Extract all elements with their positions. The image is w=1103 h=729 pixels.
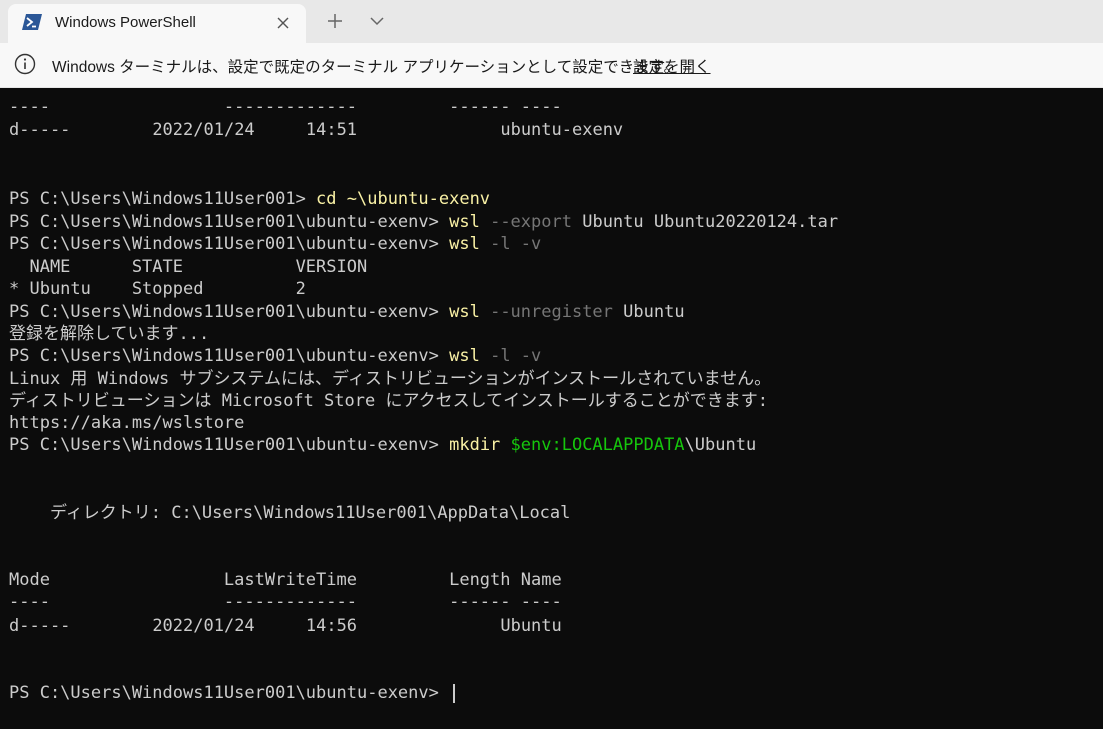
tab-windows-powershell[interactable]: Windows PowerShell: [8, 4, 306, 43]
command-line: PS C:\Users\Windows11User001\ubuntu-exen…: [9, 434, 756, 456]
row-mode: d-----: [9, 616, 71, 636]
command-line: PS C:\Users\Windows11User001\ubuntu-exen…: [9, 682, 456, 704]
dir-row: d----- 2022/01/24 14:51 ubuntu-exenv: [9, 119, 623, 141]
output-line: Linux 用 Windows サブシステムには、ディストリビューションがインス…: [9, 369, 772, 389]
wsl-list-row: * Ubuntu Stopped 2: [9, 279, 306, 299]
row-name: ubuntu-exenv: [500, 120, 624, 140]
output-line: ディストリビューションは Microsoft Store にアクセスしてインスト…: [9, 391, 768, 411]
table-dashes: ---- ------------- ------ ----: [9, 592, 562, 612]
prompt: PS C:\Users\Windows11User001\ubuntu-exen…: [9, 302, 450, 322]
command-flag: --export: [490, 212, 572, 232]
command-line: PS C:\Users\Windows11User001\ubuntu-exen…: [9, 211, 838, 233]
command-name: wsl: [449, 212, 480, 232]
command-flag: -l -v: [490, 234, 542, 254]
tab-title: Windows PowerShell: [55, 14, 196, 31]
open-settings-link[interactable]: 設定を開く: [633, 55, 711, 77]
terminal-window: Windows PowerShell Windows ターミナルは、設定で既定の…: [0, 0, 1103, 729]
prompt: PS C:\Users\Windows11User001>: [9, 189, 317, 209]
command-name: wsl: [449, 302, 480, 322]
output-line: 登録を解除しています...: [9, 324, 210, 344]
command-args: \Ubuntu: [684, 435, 757, 455]
command-line: PS C:\Users\Windows11User001\ubuntu-exen…: [9, 301, 685, 323]
terminal-output[interactable]: ---- ------------- ------ ---- d----- 20…: [0, 88, 1103, 729]
row-time: 14:51: [305, 120, 358, 140]
row-time: 14:56: [305, 616, 358, 636]
info-icon: [14, 53, 36, 75]
command-text: cd ~\ubuntu-exenv: [316, 189, 491, 209]
command-line: PS C:\Users\Windows11User001\ubuntu-exen…: [9, 345, 541, 367]
dir-row: d----- 2022/01/24 14:56 Ubuntu: [9, 615, 562, 637]
header-dashes: ---- ------------- ------ ----: [9, 97, 562, 117]
store-url: https://aka.ms/wslstore: [9, 413, 245, 433]
powershell-icon: [22, 14, 42, 30]
prompt: PS C:\Users\Windows11User001\ubuntu-exen…: [9, 212, 450, 232]
command-line: PS C:\Users\Windows11User001> cd ~\ubunt…: [9, 188, 490, 210]
command-args: Ubuntu: [623, 302, 685, 322]
command-line: PS C:\Users\Windows11User001\ubuntu-exen…: [9, 233, 541, 255]
new-tab-plus-icon[interactable]: [324, 10, 346, 32]
prompt: PS C:\Users\Windows11User001\ubuntu-exen…: [9, 435, 450, 455]
command-flag: -l -v: [490, 346, 542, 366]
table-header: Mode LastWriteTime Length Name: [9, 570, 562, 590]
prompt: PS C:\Users\Windows11User001\ubuntu-exen…: [9, 234, 450, 254]
info-bar: Windows ターミナルは、設定で既定のターミナル アプリケーションとして設定…: [0, 43, 1103, 88]
command-args: Ubuntu Ubuntu20220124.tar: [582, 212, 839, 232]
prompt: PS C:\Users\Windows11User001\ubuntu-exen…: [9, 346, 450, 366]
row-date: 2022/01/24: [152, 616, 255, 636]
tab-bar: Windows PowerShell: [0, 0, 1103, 43]
row-date: 2022/01/24: [152, 120, 255, 140]
row-mode: d-----: [9, 120, 71, 140]
command-name: wsl: [449, 234, 480, 254]
chevron-down-icon[interactable]: [366, 10, 388, 32]
directory-line: ディレクトリ: C:\Users\Windows11User001\AppDat…: [9, 503, 571, 523]
command-flag: --unregister: [490, 302, 613, 322]
command-name: mkdir: [449, 435, 501, 455]
close-icon[interactable]: [274, 14, 292, 32]
wsl-list-header: NAME STATE VERSION: [9, 257, 368, 277]
prompt: PS C:\Users\Windows11User001\ubuntu-exen…: [9, 683, 450, 703]
info-message: Windows ターミナルは、設定で既定のターミナル アプリケーションとして設定…: [52, 59, 680, 76]
text-cursor: [453, 683, 456, 703]
env-variable: $env:LOCALAPPDATA: [510, 435, 685, 455]
row-name: Ubuntu: [500, 616, 562, 636]
command-name: wsl: [449, 346, 480, 366]
